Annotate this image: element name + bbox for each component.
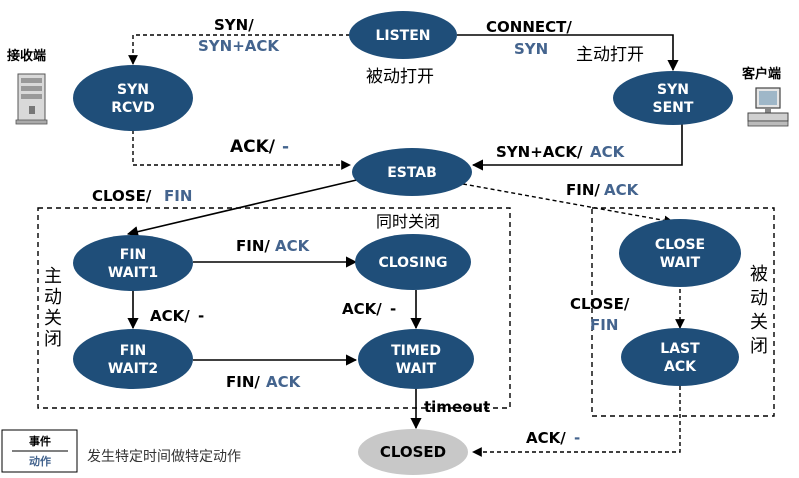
svg-text:WAIT: WAIT: [660, 255, 701, 271]
label-simultaneous-close: 同时关闭: [376, 212, 440, 231]
svg-text:LAST: LAST: [660, 341, 700, 357]
svg-text:关: 关: [750, 312, 768, 333]
label-fin-event-3: FIN/: [226, 373, 260, 391]
label-ack-dash-3: -: [390, 300, 396, 318]
label-ack-event-2: ACK/: [150, 307, 190, 325]
svg-text:SYN: SYN: [657, 82, 689, 98]
svg-text:CLOSING: CLOSING: [378, 255, 447, 271]
label-ack-action-2: ACK: [590, 143, 626, 161]
tcp-state-diagram: LISTEN SYN RCVD SYN SENT ESTAB FIN WAIT1…: [1, 11, 789, 475]
state-last-ack: LAST ACK: [621, 328, 739, 386]
svg-text:被: 被: [750, 264, 768, 285]
state-closed: CLOSED: [358, 429, 468, 475]
label-syn-event: SYN/: [214, 16, 254, 34]
svg-text:关: 关: [44, 308, 62, 329]
legend-action: 动作: [29, 454, 51, 468]
label-ack-action-5: ACK: [266, 373, 302, 391]
svg-text:CLOSE: CLOSE: [655, 237, 705, 253]
state-fin-wait1: FIN WAIT1: [73, 235, 193, 291]
label-ack-action-4: ACK: [275, 237, 311, 255]
label-passive-open: 被动打开: [366, 67, 434, 87]
svg-text:CLOSED: CLOSED: [380, 443, 446, 461]
label-fin-action-1: FIN: [164, 187, 192, 205]
server-computer-icon: [15, 73, 48, 125]
label-fin-action-2: FIN: [590, 316, 618, 334]
svg-text:ACK: ACK: [664, 359, 697, 375]
label-passive-close: 被 动 关 闭: [750, 264, 768, 357]
label-ack-event-3: ACK/: [342, 300, 382, 318]
svg-text:WAIT: WAIT: [396, 361, 437, 377]
label-synack-event: SYN+ACK/: [496, 143, 583, 161]
state-listen: LISTEN: [349, 11, 457, 59]
svg-text:动: 动: [44, 287, 62, 308]
svg-text:RCVD: RCVD: [111, 100, 155, 116]
svg-text:SENT: SENT: [653, 100, 694, 116]
label-close-event-1: CLOSE/: [92, 187, 152, 205]
svg-text:WAIT2: WAIT2: [108, 361, 158, 377]
label-fin-event-1: FIN/: [566, 181, 600, 199]
svg-text:ESTAB: ESTAB: [387, 165, 437, 181]
state-timed-wait: TIMED WAIT: [358, 329, 474, 389]
legend: 事件 动作 发生特定时间做特定动作: [1, 429, 241, 473]
svg-text:TIMED: TIMED: [391, 343, 441, 359]
label-timeout: timeout: [424, 398, 490, 416]
legend-event: 事件: [29, 434, 51, 448]
label-connect-event: CONNECT/: [486, 18, 572, 36]
legend-description: 发生特定时间做特定动作: [87, 449, 241, 465]
state-close-wait: CLOSE WAIT: [619, 219, 741, 287]
label-ack-dash-4: -: [574, 429, 580, 447]
svg-text:FIN: FIN: [120, 343, 147, 359]
state-estab: ESTAB: [352, 148, 472, 196]
label-ack-action-3: ACK: [604, 181, 640, 199]
svg-text:主: 主: [44, 266, 62, 287]
label-syn-action: SYN: [514, 40, 548, 58]
label-active-open: 主动打开: [576, 45, 644, 65]
svg-text:闭: 闭: [44, 329, 62, 350]
svg-text:SYN: SYN: [117, 82, 149, 98]
label-ack-event-4: ACK/: [526, 429, 566, 447]
client-computer-icon: [747, 87, 789, 127]
state-fin-wait2: FIN WAIT2: [73, 329, 193, 389]
label-close-event-2: CLOSE/: [570, 295, 630, 313]
state-syn-rcvd: SYN RCVD: [73, 65, 193, 131]
label-ack-event-1: ACK/: [230, 137, 276, 157]
label-fin-event-2: FIN/: [236, 237, 270, 255]
label-ack-action-1: -: [282, 137, 289, 157]
svg-text:动: 动: [750, 288, 768, 309]
label-ack-dash-2: -: [198, 307, 204, 325]
label-synack-action: SYN+ACK: [198, 37, 280, 55]
state-syn-sent: SYN SENT: [613, 71, 733, 125]
svg-text:FIN: FIN: [120, 247, 147, 263]
label-server: 接收端: [7, 48, 46, 64]
label-active-close: 主 动 关 闭: [44, 266, 62, 350]
svg-text:WAIT1: WAIT1: [108, 265, 158, 281]
svg-text:闭: 闭: [750, 336, 768, 357]
svg-text:LISTEN: LISTEN: [375, 28, 430, 44]
label-client: 客户端: [742, 66, 781, 82]
state-closing: CLOSING: [355, 234, 471, 290]
